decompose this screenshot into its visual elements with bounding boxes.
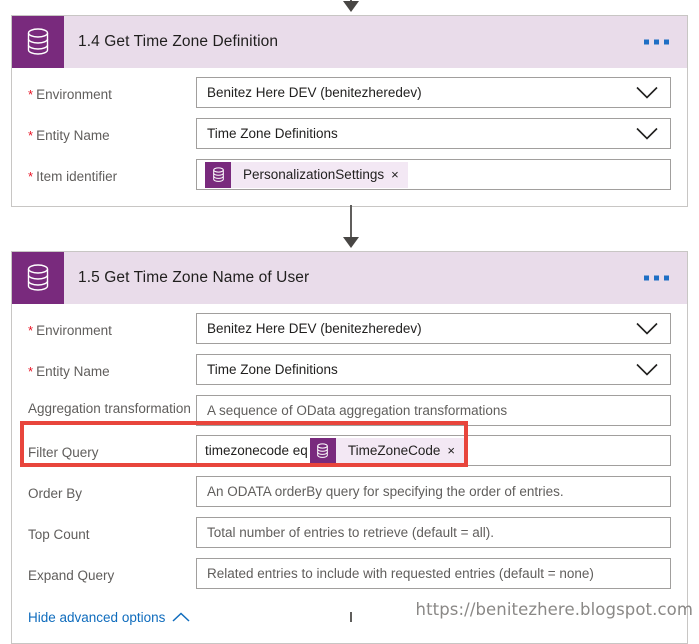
chevron-down-icon[interactable] bbox=[636, 127, 658, 140]
aggregation-transformation-input[interactable]: A sequence of OData aggregation transfor… bbox=[196, 395, 671, 426]
field-row-item-identifier: * Item identifier PersonalizationSettings… bbox=[28, 159, 671, 197]
dynamic-content-token[interactable]: PersonalizationSettings × bbox=[205, 161, 408, 188]
connector-arrow-middle bbox=[0, 205, 699, 248]
hide-advanced-options-label: Hide advanced options bbox=[28, 610, 166, 625]
field-row-expand-query: Expand Query Related entries to include … bbox=[28, 558, 671, 596]
field-label: * Entity Name bbox=[28, 128, 110, 143]
field-placeholder: A sequence of OData aggregation transfor… bbox=[207, 403, 508, 418]
connector-arrow-top bbox=[0, 0, 699, 12]
item-identifier-input[interactable]: PersonalizationSettings × bbox=[196, 159, 671, 190]
dynamic-content-token[interactable]: TimeZoneCode × bbox=[309, 437, 464, 464]
card-header[interactable]: 1.5 Get Time Zone Name of User bbox=[12, 252, 687, 304]
token-label: TimeZoneCode bbox=[347, 443, 441, 458]
token-label: PersonalizationSettings bbox=[243, 167, 385, 182]
database-icon bbox=[205, 161, 231, 188]
card-title: 1.5 Get Time Zone Name of User bbox=[78, 269, 310, 286]
hide-advanced-options-link[interactable]: Hide advanced options bbox=[28, 610, 190, 625]
field-placeholder: An ODATA orderBy query for specifying th… bbox=[207, 484, 564, 499]
field-value: Time Zone Definitions bbox=[207, 362, 338, 377]
chevron-down-icon[interactable] bbox=[636, 86, 658, 99]
field-label: Aggregation transformation bbox=[28, 401, 191, 416]
close-icon[interactable]: × bbox=[447, 443, 464, 458]
environment-dropdown[interactable]: Benitez Here DEV (benitezheredev) bbox=[196, 77, 671, 108]
field-placeholder: Total number of entries to retrieve (def… bbox=[207, 525, 495, 540]
field-label: * Entity Name bbox=[28, 364, 110, 379]
chevron-down-icon[interactable] bbox=[636, 363, 658, 376]
field-row-top-count: Top Count Total number of entries to ret… bbox=[28, 517, 671, 555]
required-asterisk: * bbox=[28, 128, 34, 143]
database-icon bbox=[309, 437, 336, 464]
down-arrow-icon bbox=[342, 237, 359, 248]
card-body: * Environment Benitez Here DEV (benitezhe… bbox=[12, 68, 687, 197]
entity-name-dropdown[interactable]: Time Zone Definitions bbox=[196, 118, 671, 149]
field-label: * Environment bbox=[28, 323, 112, 338]
field-row-entity-name: * Entity Name Time Zone Definitions bbox=[28, 118, 671, 156]
flow-step-card-1-5[interactable]: 1.5 Get Time Zone Name of User * Environm… bbox=[11, 251, 688, 644]
required-asterisk: * bbox=[28, 87, 34, 102]
field-label: * Environment bbox=[28, 87, 112, 102]
field-row-filter-query: Filter Query timezonecode eq TimeZoneCod… bbox=[28, 435, 671, 473]
card-title: 1.4 Get Time Zone Definition bbox=[78, 33, 279, 50]
ellipsis-icon[interactable] bbox=[644, 275, 669, 281]
watermark-url: https://benitezhere.blogspot.com bbox=[415, 600, 693, 619]
chevron-down-icon[interactable] bbox=[636, 322, 658, 335]
database-icon bbox=[12, 16, 64, 68]
field-value: Benitez Here DEV (benitezheredev) bbox=[207, 321, 422, 336]
order-by-input[interactable]: An ODATA orderBy query for specifying th… bbox=[196, 476, 671, 507]
card-body: * Environment Benitez Here DEV (benitezhe… bbox=[12, 304, 687, 596]
filter-query-text: timezonecode eq bbox=[205, 443, 308, 458]
close-icon[interactable]: × bbox=[391, 167, 408, 182]
required-asterisk: * bbox=[28, 323, 34, 338]
environment-dropdown[interactable]: Benitez Here DEV (benitezheredev) bbox=[196, 313, 671, 344]
flow-step-card-1-4[interactable]: 1.4 Get Time Zone Definition * Environmen… bbox=[11, 15, 688, 207]
required-asterisk: * bbox=[28, 169, 34, 184]
top-count-input[interactable]: Total number of entries to retrieve (def… bbox=[196, 517, 671, 548]
filter-query-input[interactable]: timezonecode eq TimeZoneCode × bbox=[196, 435, 671, 466]
field-placeholder: Related entries to include with requeste… bbox=[207, 566, 594, 581]
expand-query-input[interactable]: Related entries to include with requeste… bbox=[196, 558, 671, 589]
card-header[interactable]: 1.4 Get Time Zone Definition bbox=[12, 16, 687, 68]
field-label: Filter Query bbox=[28, 445, 99, 460]
down-arrow-icon bbox=[342, 1, 359, 12]
entity-name-dropdown[interactable]: Time Zone Definitions bbox=[196, 354, 671, 385]
field-label: Order By bbox=[28, 486, 83, 501]
field-label: * Item identifier bbox=[28, 169, 118, 184]
field-label: Top Count bbox=[28, 527, 90, 542]
field-row-environment: * Environment Benitez Here DEV (benitezhe… bbox=[28, 313, 671, 351]
field-row-entity-name: * Entity Name Time Zone Definitions bbox=[28, 354, 671, 392]
field-value: Benitez Here DEV (benitezheredev) bbox=[207, 85, 422, 100]
field-value: Time Zone Definitions bbox=[207, 126, 338, 141]
database-icon bbox=[12, 252, 64, 304]
required-asterisk: * bbox=[28, 364, 34, 379]
field-row-order-by: Order By An ODATA orderBy query for spec… bbox=[28, 476, 671, 514]
field-label: Expand Query bbox=[28, 568, 115, 583]
ellipsis-icon[interactable] bbox=[644, 39, 669, 45]
field-row-aggregation-transformation: Aggregation transformation A sequence of… bbox=[28, 395, 671, 433]
field-row-environment: * Environment Benitez Here DEV (benitezhe… bbox=[28, 77, 671, 115]
chevron-up-icon[interactable] bbox=[172, 610, 190, 625]
